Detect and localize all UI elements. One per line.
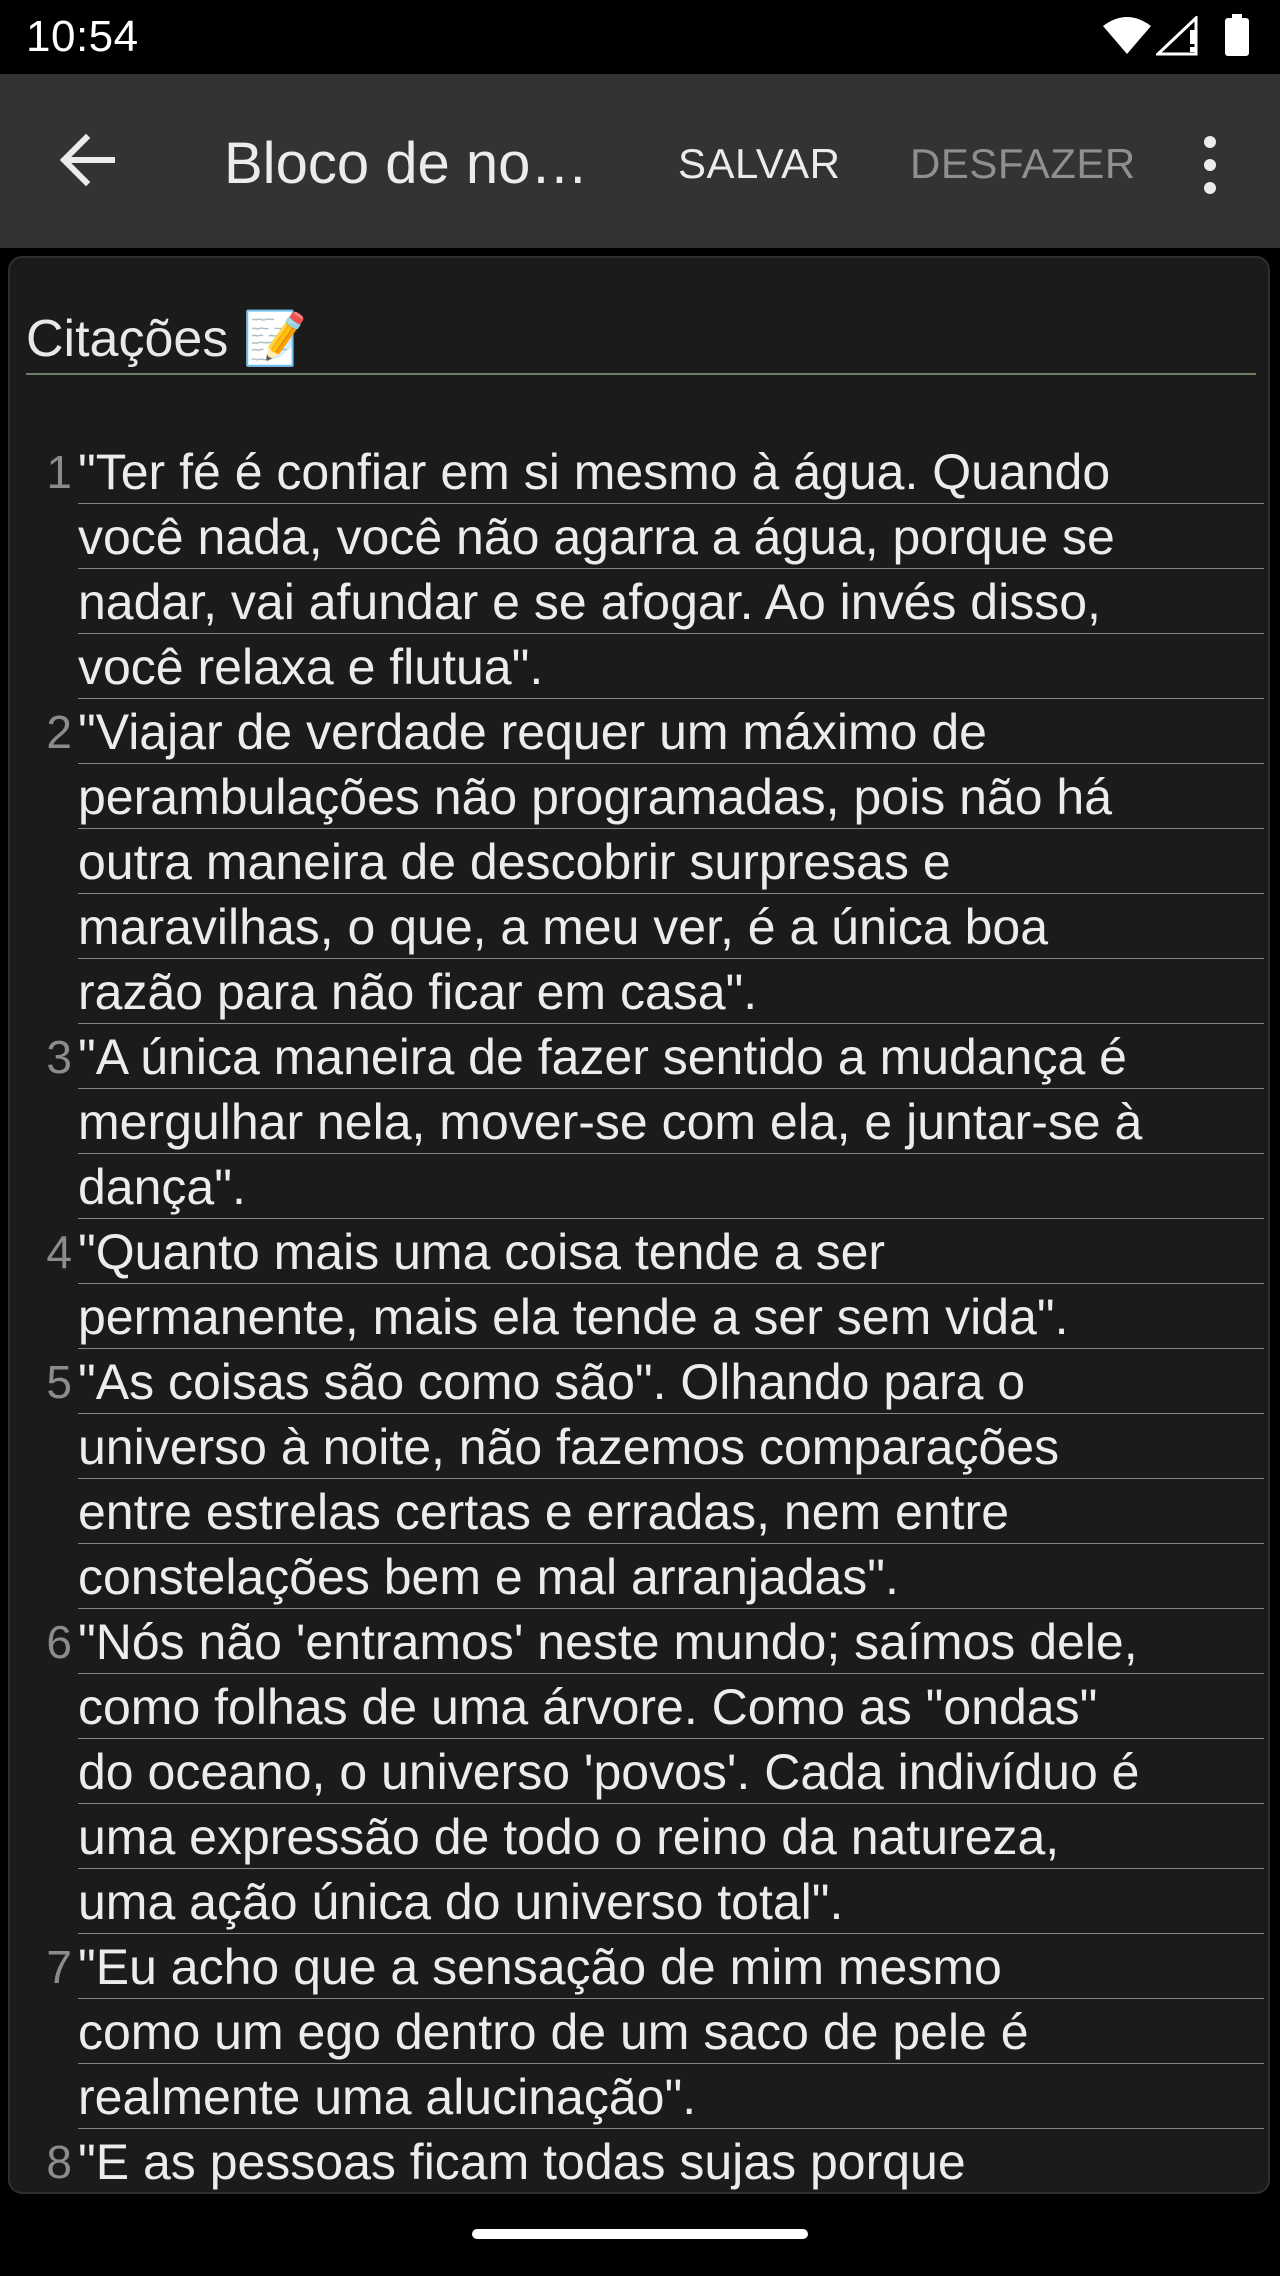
line-text[interactable]: perambulações não programadas, pois não …: [78, 765, 1264, 829]
note-title-field[interactable]: Citações 📝: [26, 304, 308, 374]
line-number: 7: [46, 1941, 72, 1993]
status-time: 10:54: [26, 12, 139, 61]
line-number: 6: [46, 1616, 72, 1668]
line-text[interactable]: entre estrelas certas e erradas, nem ent…: [78, 1480, 1264, 1544]
note-line[interactable]: 4 "Quanto mais uma coisa tende a ser: [10, 1220, 1268, 1285]
wifi-icon: [1103, 17, 1151, 54]
note-line[interactable]: mergulhar nela, mover-se com ela, e junt…: [10, 1090, 1268, 1155]
note-line[interactable]: 5 "As coisas são como são". Olhando para …: [10, 1350, 1268, 1415]
save-button[interactable]: SALVAR: [678, 140, 841, 188]
note-line[interactable]: 2 "Viajar de verdade requer um máximo de: [10, 700, 1268, 765]
note-line[interactable]: realmente uma alucinação".: [10, 2065, 1268, 2130]
line-text[interactable]: como folhas de uma árvore. Como as "onda…: [78, 1675, 1264, 1739]
note-editor: Citações 📝 1 "Ter fé é confiar em si mesm…: [8, 256, 1270, 2194]
note-line[interactable]: universo à noite, não fazemos comparaçõe…: [10, 1415, 1268, 1480]
app-bar: Bloco de no… SALVAR DESFAZER: [0, 74, 1280, 248]
line-text[interactable]: mergulhar nela, mover-se com ela, e junt…: [78, 1090, 1264, 1154]
line-text[interactable]: "Ter fé é confiar em si mesmo à água. Qu…: [78, 440, 1264, 504]
note-line[interactable]: você relaxa e flutua".: [10, 635, 1268, 700]
line-text[interactable]: uma ação única do universo total".: [78, 1870, 1264, 1934]
note-line[interactable]: 7 "Eu acho que a sensação de mim mesmo: [10, 1935, 1268, 2000]
app-title: Bloco de no…: [224, 131, 589, 196]
line-text[interactable]: "Eu acho que a sensação de mim mesmo: [78, 1935, 1264, 1999]
overflow-menu-button[interactable]: [1190, 130, 1230, 200]
line-text[interactable]: "A única maneira de fazer sentido a muda…: [78, 1025, 1264, 1089]
note-line[interactable]: entre estrelas certas e erradas, nem ent…: [10, 1480, 1268, 1545]
line-text[interactable]: "Nós não 'entramos' neste mundo; saímos …: [78, 1610, 1264, 1674]
line-text[interactable]: dança".: [78, 1155, 1264, 1219]
line-text[interactable]: permanente, mais ela tende a ser sem vid…: [78, 1285, 1264, 1349]
arrow-back-icon: [59, 133, 115, 187]
status-bar: 10:54: [0, 0, 1280, 74]
line-text[interactable]: constelações bem e mal arranjadas".: [78, 1545, 1264, 1609]
note-line[interactable]: dança".: [10, 1155, 1268, 1220]
note-line[interactable]: uma ação única do universo total".: [10, 1870, 1268, 1935]
line-text[interactable]: do oceano, o universo 'povos'. Cada indi…: [78, 1740, 1264, 1804]
note-line[interactable]: razão para não ficar em casa".: [10, 960, 1268, 1025]
more-vert-icon: [1204, 136, 1216, 194]
line-text[interactable]: você nada, você não agarra a água, porqu…: [78, 505, 1264, 569]
line-text[interactable]: outra maneira de descobrir surpresas e: [78, 830, 1264, 894]
line-text[interactable]: "Viajar de verdade requer um máximo de: [78, 700, 1264, 764]
note-line[interactable]: uma expressão de todo o reino da naturez…: [10, 1805, 1268, 1870]
back-button[interactable]: [48, 120, 128, 200]
note-line[interactable]: constelações bem e mal arranjadas".: [10, 1545, 1268, 1610]
note-line[interactable]: como um ego dentro de um saco de pele é: [10, 2000, 1268, 2065]
note-body-editor[interactable]: 1 "Ter fé é confiar em si mesmo à água. Q…: [10, 440, 1268, 2192]
note-line[interactable]: perambulações não programadas, pois não …: [10, 765, 1268, 830]
battery-icon: [1225, 14, 1249, 56]
gesture-handle[interactable]: [472, 2229, 808, 2239]
line-number: 4: [46, 1226, 72, 1278]
note-line[interactable]: permanente, mais ela tende a ser sem vid…: [10, 1285, 1268, 1350]
line-number: 2: [46, 706, 72, 758]
note-line[interactable]: maravilhas, o que, a meu ver, é a única …: [10, 895, 1268, 960]
title-underline: [26, 373, 1256, 375]
line-text[interactable]: "As coisas são como são". Olhando para o: [78, 1350, 1264, 1414]
line-text[interactable]: nadar, vai afundar e se afogar. Ao invés…: [78, 570, 1264, 634]
line-text[interactable]: uma expressão de todo o reino da naturez…: [78, 1805, 1264, 1869]
note-line[interactable]: nadar, vai afundar e se afogar. Ao invés…: [10, 570, 1268, 635]
line-text[interactable]: como um ego dentro de um saco de pele é: [78, 2000, 1264, 2064]
line-number: 8: [46, 2136, 72, 2188]
line-number: 5: [46, 1356, 72, 1408]
undo-button[interactable]: DESFAZER: [910, 140, 1136, 188]
note-line[interactable]: você nada, você não agarra a água, porqu…: [10, 505, 1268, 570]
note-line[interactable]: como folhas de uma árvore. Como as "onda…: [10, 1675, 1268, 1740]
line-text[interactable]: razão para não ficar em casa".: [78, 960, 1264, 1024]
note-line[interactable]: 6 "Nós não 'entramos' neste mundo; saímos…: [10, 1610, 1268, 1675]
note-line[interactable]: do oceano, o universo 'povos'. Cada indi…: [10, 1740, 1268, 1805]
note-line[interactable]: 3 "A única maneira de fazer sentido a mud…: [10, 1025, 1268, 1090]
note-line[interactable]: 8 "E as pessoas ficam todas sujas porque: [10, 2130, 1268, 2192]
line-text[interactable]: você relaxa e flutua".: [78, 635, 1264, 699]
line-text[interactable]: "E as pessoas ficam todas sujas porque: [78, 2130, 1264, 2192]
line-text[interactable]: "Quanto mais uma coisa tende a ser: [78, 1220, 1264, 1284]
note-line[interactable]: outra maneira de descobrir surpresas e: [10, 830, 1268, 895]
line-number: 3: [46, 1031, 72, 1083]
signal-icon: [1156, 16, 1198, 56]
line-text[interactable]: maravilhas, o que, a meu ver, é a única …: [78, 895, 1264, 959]
line-text[interactable]: realmente uma alucinação".: [78, 2065, 1264, 2129]
line-text[interactable]: universo à noite, não fazemos comparaçõe…: [78, 1415, 1264, 1479]
line-number: 1: [46, 446, 72, 498]
note-line[interactable]: 1 "Ter fé é confiar em si mesmo à água. Q…: [10, 440, 1268, 505]
